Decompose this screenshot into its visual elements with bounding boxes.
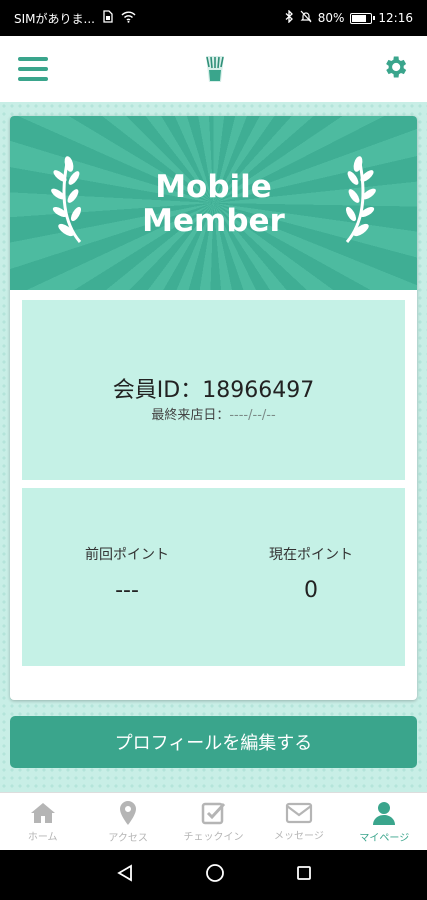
laurel-right-icon <box>337 154 377 250</box>
tab-label: マイページ <box>359 832 410 844</box>
back-icon[interactable] <box>116 864 134 886</box>
home-button-icon[interactable] <box>205 863 225 887</box>
system-nav-bar <box>0 850 427 900</box>
tab-label: チェックイン <box>183 831 244 843</box>
tab-home[interactable]: ホーム <box>0 793 85 850</box>
checkbox-icon <box>201 802 225 824</box>
bottom-tab-bar: ホーム アクセス チェックイン メッセージ マイページ <box>0 792 427 850</box>
previous-points: 前回ポイント --- <box>52 544 202 603</box>
tab-label: アクセス <box>108 832 148 844</box>
clock: 12:16 <box>378 11 413 25</box>
home-icon <box>30 802 55 823</box>
app-logo <box>160 49 270 89</box>
battery-percent: 80% <box>317 11 345 25</box>
last-visit-date: 最終来店日：----/--/-- <box>151 408 276 423</box>
member-id: 会員ID：18966497 <box>112 378 315 403</box>
tab-access[interactable]: アクセス <box>85 793 170 850</box>
bluetooth-icon <box>285 9 294 26</box>
battery-icon <box>350 12 376 24</box>
location-pin-icon <box>120 800 137 825</box>
recents-icon[interactable] <box>296 865 312 885</box>
previous-points-label: 前回ポイント <box>85 547 169 563</box>
carrier-text: SIMがありま... <box>14 11 95 26</box>
tab-label: ホーム <box>27 831 58 843</box>
points-box: 前回ポイント --- 現在ポイント 0 <box>22 488 405 666</box>
user-icon <box>373 801 396 825</box>
tab-checkin[interactable]: チェックイン <box>171 793 256 850</box>
current-points-label: 現在ポイント <box>269 547 353 563</box>
tab-messages[interactable]: メッセージ <box>256 793 341 850</box>
member-card: Mobile Member 会員ID：18966497 最終来店日：----/-… <box>10 116 417 700</box>
hamburger-icon[interactable] <box>18 57 48 81</box>
previous-points-value: --- <box>115 578 139 603</box>
edit-profile-button[interactable]: プロフィールを編集する <box>10 716 417 768</box>
member-banner: Mobile Member <box>10 116 417 290</box>
bell-muted-icon <box>300 10 312 26</box>
mail-icon <box>285 802 313 823</box>
current-points-value: 0 <box>304 578 318 603</box>
app-header <box>0 36 427 102</box>
current-points: 現在ポイント 0 <box>236 544 386 603</box>
sim-card-icon <box>103 10 113 26</box>
tab-mypage[interactable]: マイページ <box>342 793 427 850</box>
status-bar: SIMがありま... 80% 12:16 <box>0 0 427 36</box>
wifi-icon <box>121 11 136 26</box>
member-info-box: 会員ID：18966497 最終来店日：----/--/-- <box>22 300 405 480</box>
tab-label: メッセージ <box>274 830 324 842</box>
gear-icon[interactable] <box>381 53 409 85</box>
main-content: Mobile Member 会員ID：18966497 最終来店日：----/-… <box>0 102 427 792</box>
